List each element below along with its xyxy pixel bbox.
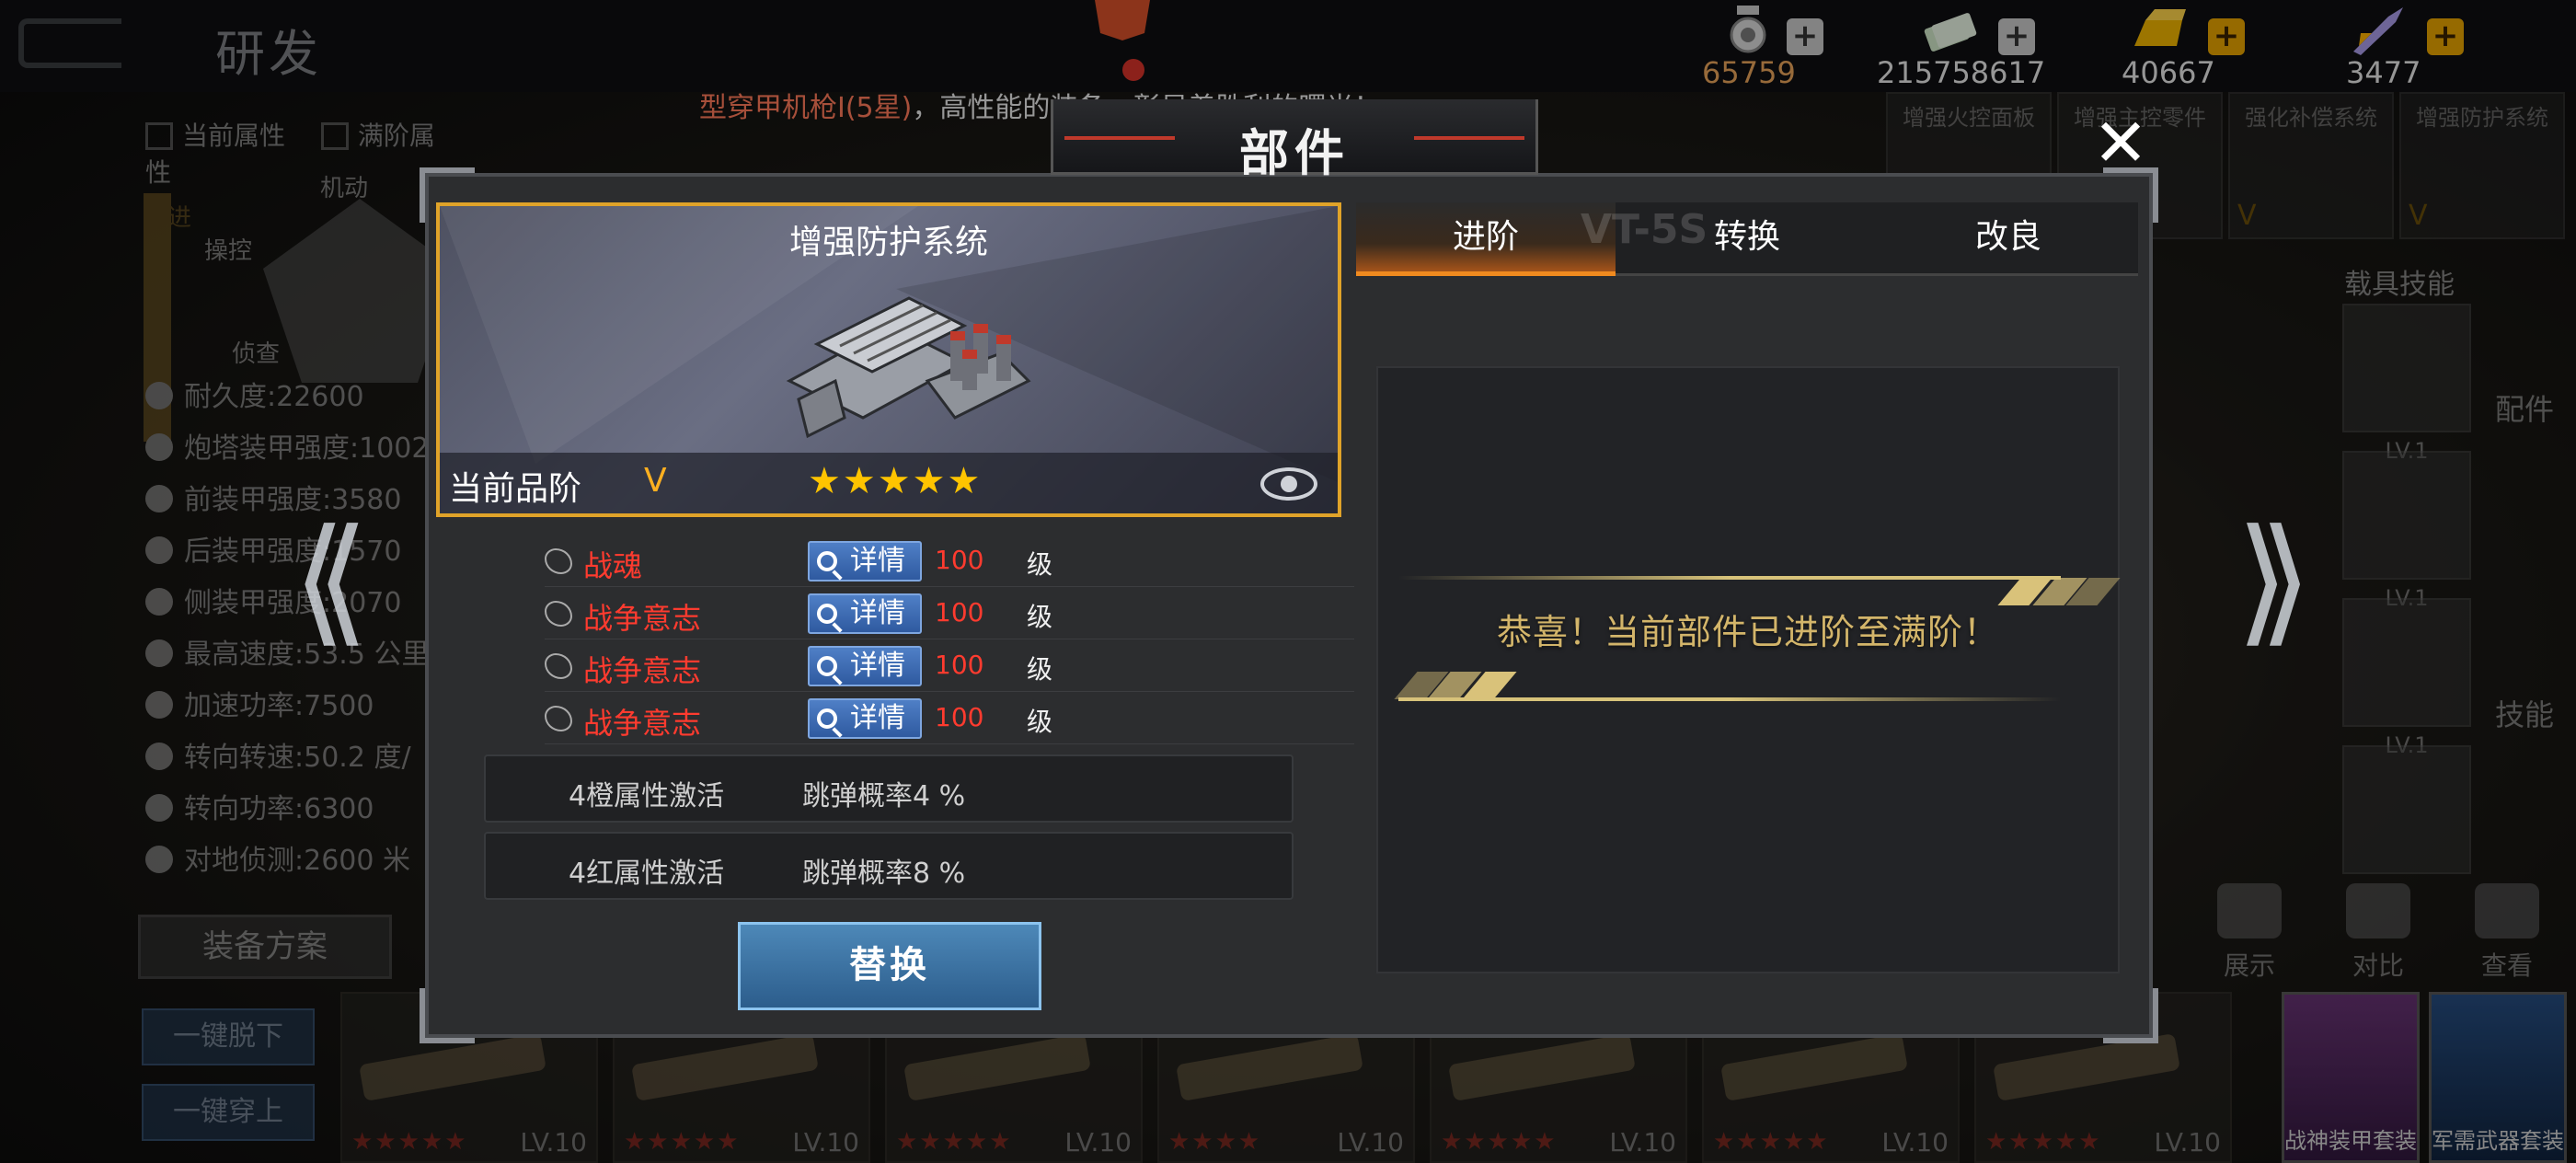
attribute-row: 战魂 详情 100 级 xyxy=(545,535,1354,587)
attribute-icon xyxy=(545,601,572,627)
set-effect-value: 跳弹概率4 % xyxy=(802,780,966,812)
attribute-level-unit: 级 xyxy=(1027,602,1053,632)
grade-bar: 当前品阶 V ★★★★★ xyxy=(440,453,1338,513)
grade-stars: ★★★★★ xyxy=(808,460,983,502)
attribute-icon xyxy=(545,706,572,731)
dialog-title-bar: 部件 xyxy=(1051,99,1538,182)
frame-corner xyxy=(420,988,475,1043)
set-effect-name: 4橙属性激活 xyxy=(569,780,725,812)
set-effect-row: 4红属性激活 跳弹概率8 % xyxy=(484,832,1294,900)
ribbon-line xyxy=(1398,697,2061,701)
detail-button[interactable]: 详情 xyxy=(808,541,922,582)
attribute-row: 战争意志 详情 100 级 xyxy=(545,693,1354,744)
detail-button[interactable]: 详情 xyxy=(808,646,922,686)
item-card: 增强防护系统 当前品阶 V ★★★★★ xyxy=(436,202,1341,517)
next-arrow-icon[interactable]: ⟫ xyxy=(2236,512,2312,650)
search-icon xyxy=(817,708,837,729)
dialog-tabs: 进阶 转换 改良 xyxy=(1356,202,2138,276)
parts-dialog: 部件 ✕ 增强防护系统 当前品阶 V ★★★★★ 战魂 详情 100 级 战争意… xyxy=(420,99,2158,1043)
set-effect-row: 4橙属性激活 跳弹概率4 % xyxy=(484,754,1294,823)
attribute-level: 100 xyxy=(935,545,984,575)
search-icon xyxy=(817,656,837,676)
attribute-icon xyxy=(545,548,572,574)
attribute-name: 战争意志 xyxy=(583,601,702,636)
attribute-level-unit: 级 xyxy=(1027,707,1053,737)
attribute-name: 战争意志 xyxy=(583,706,702,741)
grade-value: V xyxy=(644,462,667,500)
ribbon-line xyxy=(1398,576,2061,580)
search-icon xyxy=(817,604,837,624)
frame-corner xyxy=(2103,988,2158,1043)
search-icon xyxy=(817,551,837,571)
close-icon[interactable]: ✕ xyxy=(2088,109,2153,177)
set-effect-name: 4红属性激活 xyxy=(569,858,725,890)
detail-button[interactable]: 详情 xyxy=(808,698,922,739)
attribute-level-unit: 级 xyxy=(1027,654,1053,685)
attribute-level: 100 xyxy=(935,597,984,628)
attribute-name: 战魂 xyxy=(583,548,643,583)
prev-arrow-icon[interactable]: ⟪ xyxy=(293,512,369,650)
attribute-level: 100 xyxy=(935,650,984,680)
tab-improve[interactable]: 改良 xyxy=(1879,202,2138,276)
tab-advance[interactable]: 进阶 xyxy=(1356,202,1616,276)
max-level-message: 恭喜！当前部件已进阶至满阶！ xyxy=(1496,612,1999,652)
attribute-level-unit: 级 xyxy=(1027,549,1053,580)
attribute-row: 战争意志 详情 100 级 xyxy=(545,640,1354,692)
attribute-level: 100 xyxy=(935,702,984,732)
item-name: 增强防护系统 xyxy=(788,224,988,261)
detail-button[interactable]: 详情 xyxy=(808,593,922,634)
attribute-row: 战争意志 详情 100 级 xyxy=(545,588,1354,639)
grade-label: 当前品阶 xyxy=(449,470,582,508)
set-effect-value: 跳弹概率8 % xyxy=(802,858,966,890)
advance-content xyxy=(1376,366,2120,973)
eye-icon[interactable] xyxy=(1260,467,1317,501)
replace-button[interactable]: 替换 xyxy=(738,922,1041,1010)
attribute-name: 战争意志 xyxy=(583,653,702,688)
vehicle-ghost-text: VT-5S xyxy=(1581,206,1708,253)
dialog-title: 部件 xyxy=(1239,124,1350,182)
armor-system-image xyxy=(786,296,1031,439)
attribute-icon xyxy=(545,653,572,679)
